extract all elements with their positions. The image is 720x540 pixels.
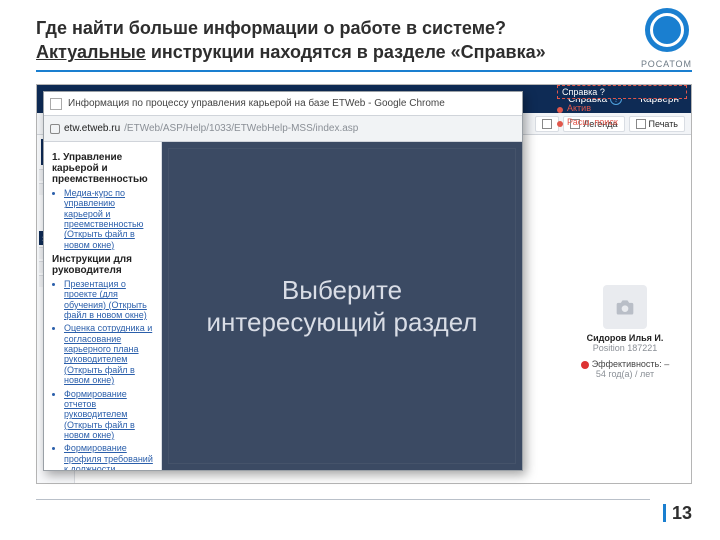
chrome-titlebar: Информация по процессу управления карьер…	[44, 92, 522, 116]
callouts: Справка ? Актив Расш. поиск	[557, 85, 687, 127]
url-path: /ETWeb/ASP/Help/1033/ETWebHelp-MSS/index…	[124, 123, 358, 134]
employee-tenure: 54 год(а) / лет	[565, 369, 685, 379]
chrome-body: 1. Управление карьерой и преемственность…	[44, 142, 522, 470]
export-icon	[542, 119, 552, 129]
help-main: Выберитеинтересующий раздел	[162, 142, 522, 470]
help-h2: Инструкции для руководителя	[52, 254, 155, 276]
callout-aktiv[interactable]: Актив	[557, 103, 687, 113]
employee-eff: Эффективность: –	[565, 359, 685, 369]
title-rest: инструкции находятся в разделе «Справка»	[146, 42, 546, 62]
callout-adv-search[interactable]: Расш. поиск	[557, 117, 687, 127]
slide-title: Где найти больше информации о работе в с…	[36, 16, 556, 65]
status-dot-icon	[581, 361, 589, 369]
avatar-placeholder	[603, 285, 647, 329]
toolbar-export[interactable]	[535, 116, 559, 132]
help-sidebar: 1. Управление карьерой и преемственность…	[44, 142, 162, 470]
help-link[interactable]: Оценка сотрудника и согласование карьерн…	[64, 323, 152, 385]
screenshot-stage: Мои Справка ? Карьерн Легенда Печать Спр…	[36, 84, 692, 484]
divider	[36, 70, 692, 72]
brand-text: РОСАТОМ	[641, 59, 692, 69]
lock-icon	[50, 124, 60, 134]
help-main-text: Выберитеинтересующий раздел	[207, 274, 478, 339]
employee-position: Position 187221	[565, 343, 685, 353]
page-icon	[50, 98, 62, 110]
help-link[interactable]: Формирование отчетов руководителем (Откр…	[64, 389, 135, 440]
title-line1: Где найти больше информации о работе в с…	[36, 16, 556, 40]
camera-icon	[615, 298, 635, 316]
title-line2: Актуальные инструкции находятся в раздел…	[36, 40, 556, 64]
employee-name: Сидоров Илья И.	[565, 333, 685, 343]
chrome-title: Информация по процессу управления карьер…	[68, 98, 445, 109]
chrome-window: Информация по процессу управления карьер…	[43, 91, 523, 471]
rosatom-logo-icon	[645, 8, 689, 52]
url-host: etw.etweb.ru	[64, 123, 120, 134]
chrome-addressbar[interactable]: etw.etweb.ru/ETWeb/ASP/Help/1033/ETWebHe…	[44, 116, 522, 142]
page-number: 13	[663, 503, 692, 524]
employee-card: Сидоров Илья И. Position 187221 Эффектив…	[565, 285, 685, 379]
brand-logo: РОСАТОМ	[641, 8, 692, 69]
callout-help: Справка ?	[557, 85, 687, 99]
help-link[interactable]: Презентация о проекте (для обучения) (От…	[64, 279, 147, 320]
help-link[interactable]: Формирование профиля требований к должно…	[64, 443, 153, 470]
title-underlined: Актуальные	[36, 42, 146, 62]
footer-divider	[36, 499, 650, 500]
webapp-window: Мои Справка ? Карьерн Легенда Печать Спр…	[36, 84, 692, 484]
help-h1: 1. Управление карьерой и преемственность…	[52, 152, 155, 185]
help-link[interactable]: Медиа-курс по управлению карьерой и прее…	[64, 188, 143, 250]
